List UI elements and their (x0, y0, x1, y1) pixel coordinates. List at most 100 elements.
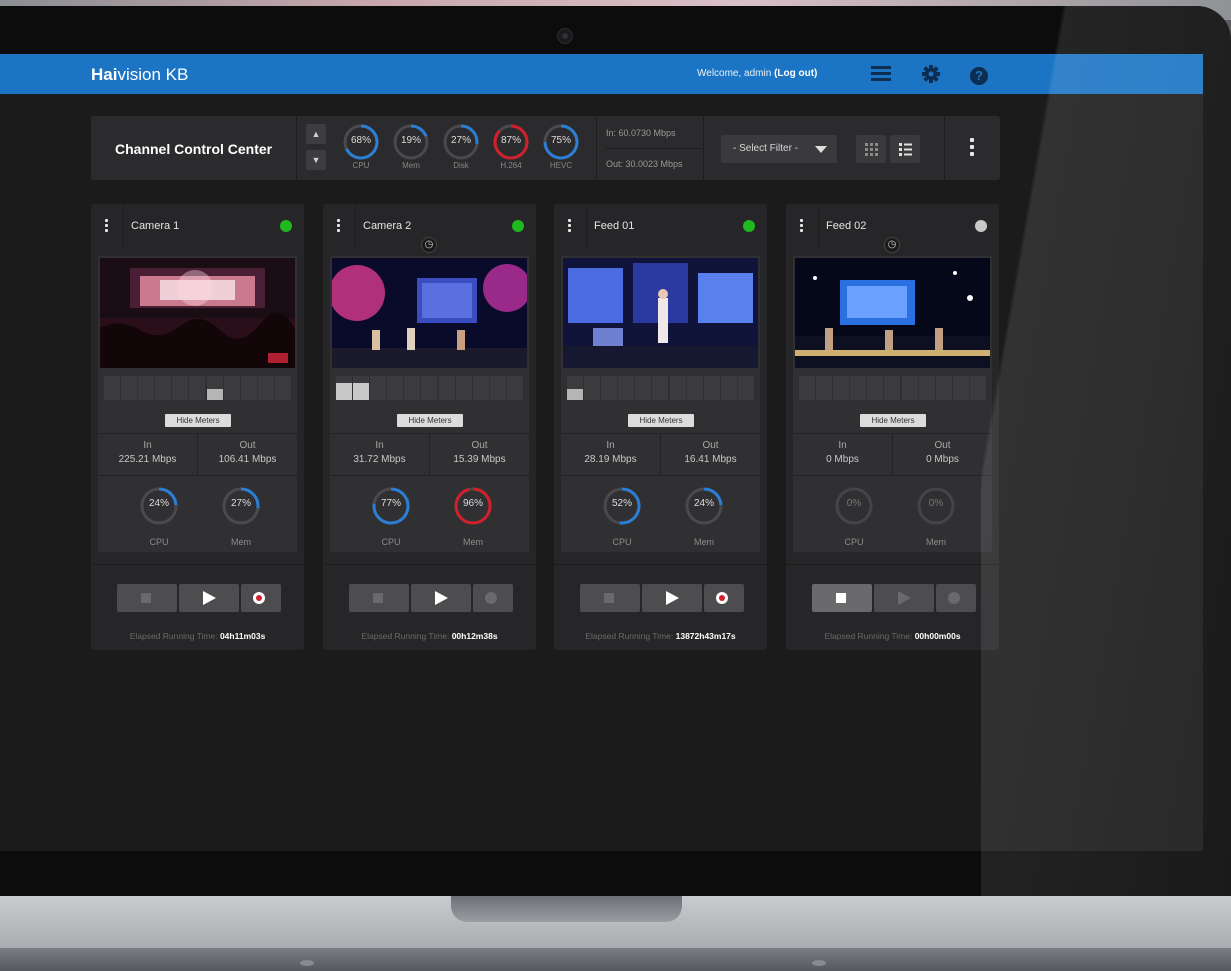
stop-icon (836, 593, 846, 603)
audio-meter (223, 376, 240, 400)
hide-meters-button[interactable]: Hide Meters (860, 414, 926, 427)
arrow-down-button[interactable]: ▼ (306, 150, 326, 170)
channel-name: Feed 02 (826, 220, 867, 232)
record-icon (253, 592, 265, 604)
channel-body: Hide Meters In 31.72 Mbps Out 15.39 Mbps 77% C… (330, 256, 529, 552)
filter-select[interactable]: - Select Filter - (721, 135, 837, 163)
stop-button[interactable] (812, 584, 872, 612)
audio-meter (884, 376, 901, 400)
video-thumbnail[interactable] (795, 258, 990, 368)
audio-meter (387, 376, 404, 400)
out-bitrate: 15.39 Mbps (453, 454, 506, 465)
play-button[interactable] (642, 584, 702, 612)
audio-meter (720, 376, 737, 400)
out-bitrate: 16.41 Mbps (684, 454, 737, 465)
top-nav-bar: Haivision KB Welcome, admin (Log out) ? (0, 54, 1203, 94)
bitrate-panel: In 31.72 Mbps Out 15.39 Mbps (330, 433, 529, 475)
in-bitrate: 31.72 Mbps (353, 454, 406, 465)
playback-controls (812, 584, 976, 612)
audio-meter (816, 376, 833, 400)
record-button[interactable] (936, 584, 976, 612)
channel-header: Camera 1 (91, 204, 304, 248)
record-button[interactable] (704, 584, 744, 612)
cpu-gauge: 0% CPU (834, 486, 874, 547)
play-button[interactable] (874, 584, 934, 612)
video-thumbnail[interactable] (100, 258, 295, 368)
elapsed-time: Elapsed Running Time: 00h12m38s (361, 631, 498, 641)
channel-header: Feed 01 (554, 204, 767, 248)
out-rate: Out: 30.0023 Mbps (606, 159, 683, 169)
play-button[interactable] (411, 584, 471, 612)
welcome-message: Welcome, admin (Log out) (697, 68, 818, 79)
cpu-gauge: 24% CPU (139, 486, 179, 547)
stop-icon (604, 593, 614, 603)
help-icon[interactable]: ? (968, 63, 990, 85)
audio-meter (669, 376, 686, 400)
audio-meter (833, 376, 850, 400)
mem-gauge: 96% Mem (453, 486, 493, 547)
elapsed-time: Elapsed Running Time: 13872h43m17s (585, 631, 736, 641)
audio-meter (799, 376, 815, 400)
play-button[interactable] (179, 584, 239, 612)
gear-icon[interactable] (920, 63, 942, 85)
audio-meters (563, 372, 758, 406)
record-button[interactable] (473, 584, 513, 612)
channel-card: Feed 02 ◷ Hide Meters In 0 Mbps Out 0 Mbps 0% CP… (786, 204, 999, 650)
channel-card: Feed 01 Hide Meters In 28.19 Mbps Out 16.41 M… (554, 204, 767, 650)
stat-gauge-h264: 87% H.264 (489, 124, 533, 170)
audio-meter (336, 376, 352, 400)
video-thumbnail[interactable] (563, 258, 758, 368)
stat-gauge-disk: 27% Disk (439, 124, 483, 170)
audio-meter (421, 376, 438, 400)
grid-icon (865, 143, 878, 156)
list-icon (899, 143, 912, 156)
brand-logo[interactable]: Haivision KB (91, 65, 188, 85)
audio-meter (901, 376, 918, 400)
stat-gauge-mem: 19% Mem (389, 124, 433, 170)
more-options-icon[interactable] (945, 116, 1000, 180)
channel-menu-icon[interactable] (800, 219, 804, 234)
audio-meter (189, 376, 206, 400)
channel-body: Hide Meters In 28.19 Mbps Out 16.41 Mbps 52% C… (561, 256, 760, 552)
app-screen: Haivision KB Welcome, admin (Log out) ? … (0, 54, 1203, 851)
hide-meters-button[interactable]: Hide Meters (628, 414, 694, 427)
mem-gauge: 0% Mem (916, 486, 956, 547)
channel-menu-icon[interactable] (337, 219, 341, 234)
mem-gauge: 27% Mem (221, 486, 261, 547)
channel-menu-icon[interactable] (105, 219, 109, 234)
cpu-gauge: 52% CPU (602, 486, 642, 547)
record-icon (716, 592, 728, 604)
playback-controls (117, 584, 281, 612)
audio-meters (332, 372, 527, 406)
audio-meter (618, 376, 635, 400)
channel-menu-icon[interactable] (568, 219, 572, 234)
stop-button[interactable] (349, 584, 409, 612)
hide-meters-button[interactable]: Hide Meters (397, 414, 463, 427)
clock-icon[interactable]: ◷ (884, 237, 900, 253)
audio-meter (935, 376, 952, 400)
clock-icon[interactable]: ◷ (421, 237, 437, 253)
play-icon (435, 591, 448, 605)
audio-meter (172, 376, 189, 400)
menu-icon[interactable] (870, 63, 892, 85)
audio-meter (455, 376, 472, 400)
laptop-notch (451, 896, 682, 922)
stop-button[interactable] (117, 584, 177, 612)
out-bitrate: 0 Mbps (926, 454, 959, 465)
audio-meter (155, 376, 172, 400)
audio-meter (969, 376, 986, 400)
record-button[interactable] (241, 584, 281, 612)
in-rate: In: 60.0730 Mbps (606, 128, 676, 138)
logout-link[interactable]: (Log out) (774, 68, 817, 79)
grid-view-button[interactable] (856, 135, 886, 163)
stop-button[interactable] (580, 584, 640, 612)
laptop-base (0, 948, 1231, 971)
in-bitrate: 225.21 Mbps (118, 454, 177, 465)
bitrate-panel: In 225.21 Mbps Out 106.41 Mbps (98, 433, 297, 475)
list-view-button[interactable] (890, 135, 920, 163)
audio-meter (489, 376, 506, 400)
audio-meter (404, 376, 421, 400)
video-thumbnail[interactable] (332, 258, 527, 368)
hide-meters-button[interactable]: Hide Meters (165, 414, 231, 427)
arrow-up-button[interactable]: ▲ (306, 124, 326, 144)
